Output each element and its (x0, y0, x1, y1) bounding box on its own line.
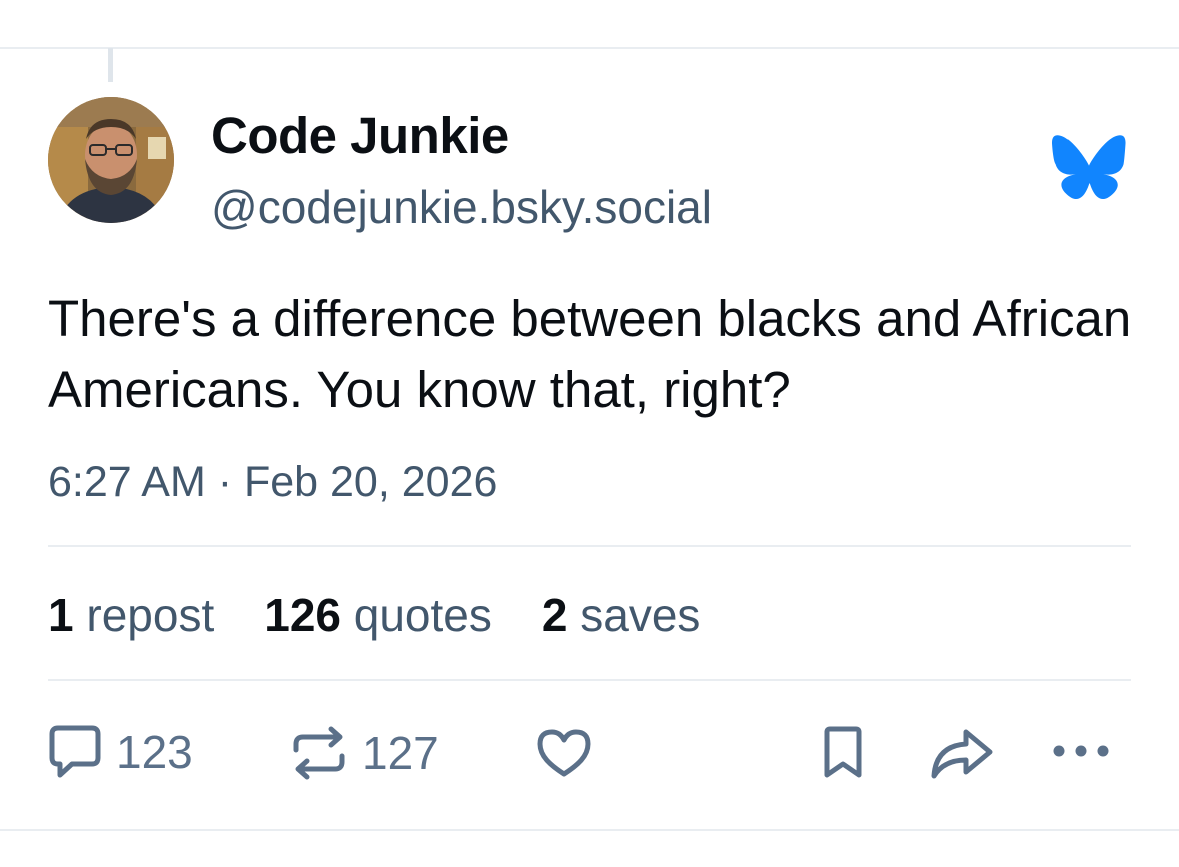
repost-arrows-icon (293, 726, 345, 780)
avatar[interactable] (48, 97, 174, 223)
share-arrow-icon (931, 729, 993, 779)
share-button[interactable] (930, 728, 994, 780)
reposts-count: 1 (48, 589, 74, 641)
bookmark-button[interactable] (820, 726, 866, 780)
ellipsis-icon (1053, 745, 1109, 757)
speech-bubble-icon (49, 725, 101, 778)
reply-count: 123 (116, 726, 193, 778)
post-text: There's a difference between blacks and … (48, 290, 1132, 418)
author-handle[interactable]: @codejunkie.bsky.social (211, 180, 712, 234)
like-button[interactable] (536, 727, 592, 779)
reposts-label: repost (86, 589, 215, 641)
reply-button[interactable]: 123 (48, 724, 193, 780)
quotes-label: quotes (353, 589, 492, 641)
repost-button[interactable]: 127 (290, 726, 439, 780)
post-timestamp: 6:27 AM · Feb 20, 2026 (48, 458, 498, 506)
bluesky-butterfly-icon (1052, 134, 1126, 202)
bottom-divider (0, 829, 1179, 831)
saves-label: saves (580, 589, 701, 641)
thread-connector-line (108, 48, 113, 82)
quotes-stat[interactable]: 126 quotes (264, 588, 492, 642)
engagement-stats: 1 repost 126 quotes 2 saves (48, 588, 700, 642)
author-display-name[interactable]: Code Junkie (211, 106, 509, 165)
heart-icon (537, 729, 591, 777)
saves-count: 2 (541, 589, 568, 641)
quotes-count: 126 (264, 589, 341, 641)
top-divider (0, 47, 1179, 49)
stats-top-divider (48, 545, 1131, 547)
bookmark-icon (824, 726, 862, 778)
saves-stat[interactable]: 2 saves (542, 588, 701, 642)
reposts-stat[interactable]: 1 repost (48, 588, 214, 642)
actions-top-divider (48, 679, 1131, 681)
more-options-button[interactable] (1050, 740, 1112, 762)
repost-count: 127 (362, 727, 439, 779)
